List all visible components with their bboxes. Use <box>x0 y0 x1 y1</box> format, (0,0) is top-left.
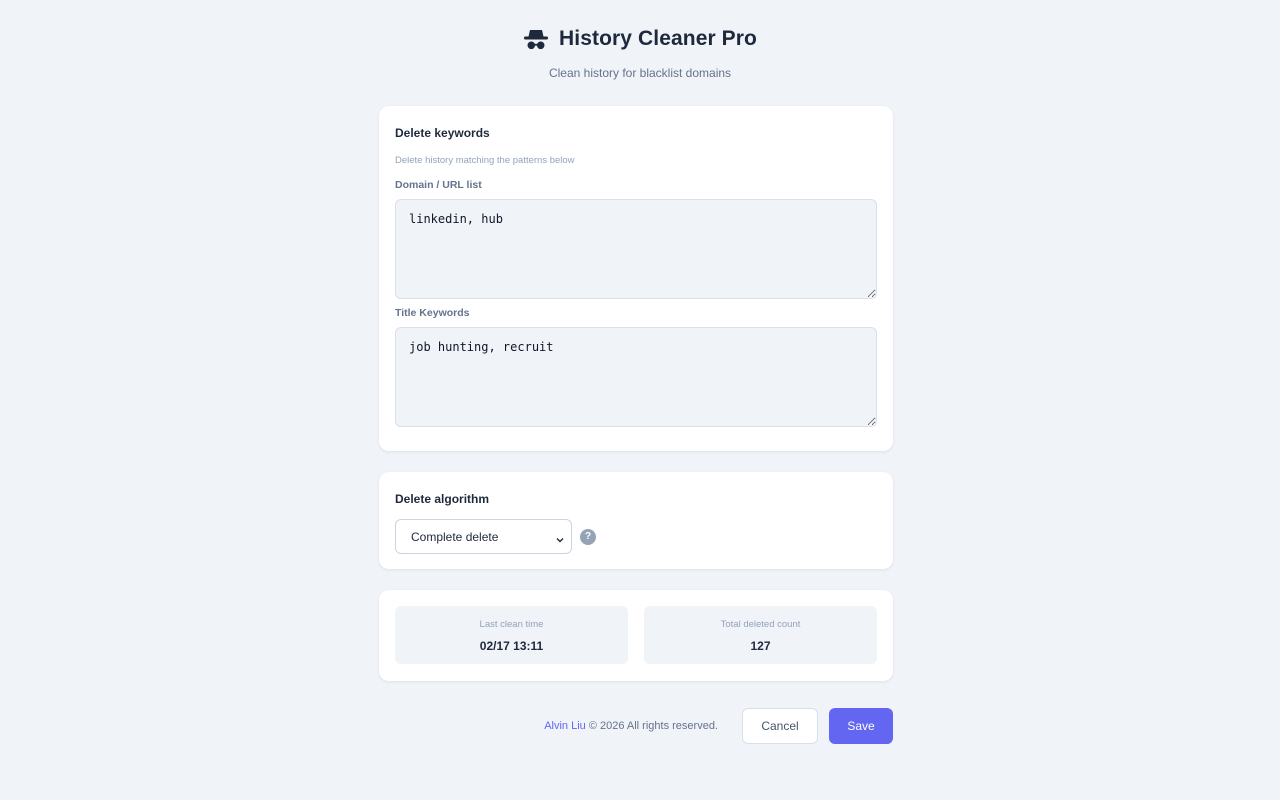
app-header: History Cleaner Pro Clean history for bl… <box>0 24 1280 80</box>
copyright-text: Alvin Liu © 2026 All rights reserved. <box>544 720 718 732</box>
domain-list-label: Domain / URL list <box>395 179 482 191</box>
total-deleted-value: 127 <box>750 639 771 653</box>
algorithm-select[interactable]: Complete delete <box>395 519 572 554</box>
algorithm-selected-value: Complete delete <box>411 530 499 544</box>
app-subtitle: Clean history for blacklist domains <box>548 66 732 80</box>
stats-card: Last clean time 02/17 13:11 Total delete… <box>379 590 893 681</box>
total-deleted-label: Total deleted count <box>720 619 801 630</box>
app-title: History Cleaner Pro <box>559 27 757 50</box>
title-keywords-label: Title Keywords <box>395 307 470 319</box>
algorithm-row: Complete delete ? <box>395 519 877 554</box>
author-link[interactable]: Alvin Liu <box>544 720 586 732</box>
copyright-rest: © 2026 All rights reserved. <box>585 720 718 732</box>
app-title-row: History Cleaner Pro <box>0 24 1280 54</box>
save-button[interactable]: Save <box>829 708 893 744</box>
last-clean-stat: Last clean time 02/17 13:11 <box>395 606 628 664</box>
delete-algorithm-title: Delete algorithm <box>395 492 490 506</box>
last-clean-value: 02/17 13:11 <box>479 639 544 653</box>
delete-keywords-title: Delete keywords <box>395 126 490 140</box>
delete-keywords-card: Delete keywords Delete history matching … <box>379 106 893 451</box>
delete-algorithm-card: Delete algorithm Complete delete ? <box>379 472 893 569</box>
delete-keywords-description: Delete history matching the patterns bel… <box>395 155 575 166</box>
total-deleted-stat: Total deleted count 127 <box>644 606 877 664</box>
title-keywords-textarea[interactable]: job hunting, recruit <box>395 327 877 427</box>
chevron-down-icon <box>555 532 565 543</box>
incognito-spy-icon <box>523 27 549 51</box>
cancel-button[interactable]: Cancel <box>742 708 818 744</box>
help-circle-icon[interactable]: ? <box>580 528 596 545</box>
domain-list-textarea[interactable]: linkedin, hub <box>395 199 877 299</box>
footer: Alvin Liu © 2026 All rights reserved. Ca… <box>379 708 893 744</box>
last-clean-label: Last clean time <box>479 619 544 630</box>
